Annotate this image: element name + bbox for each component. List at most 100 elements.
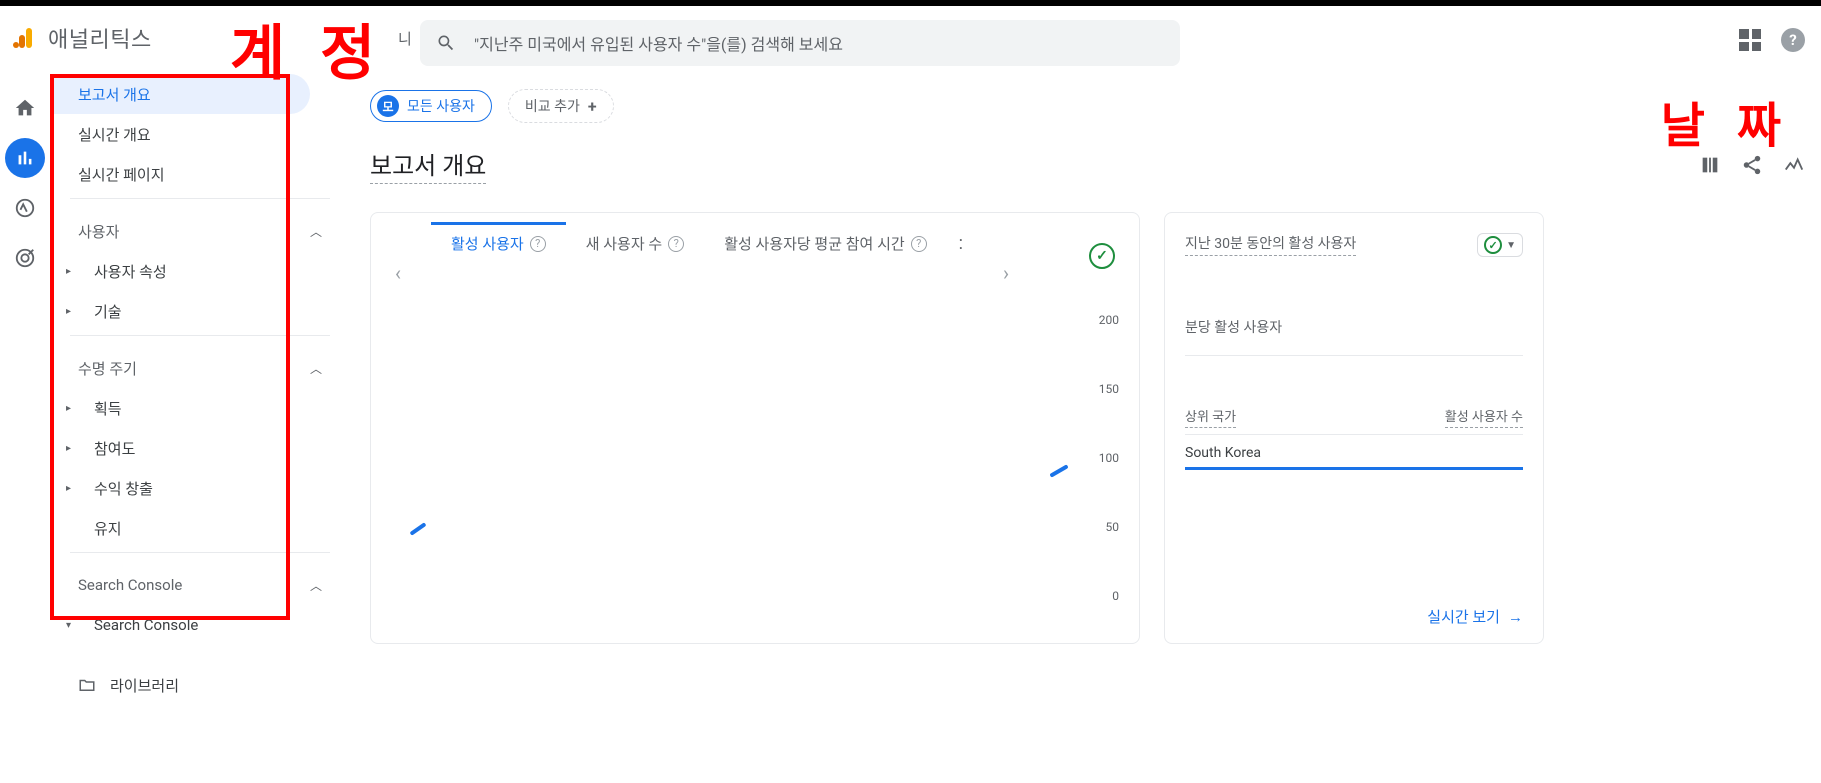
search-icon: [436, 33, 456, 53]
y-tick: 150: [1099, 382, 1119, 396]
page-title: 보고서 개요: [370, 146, 486, 184]
header-text-fragment: 니: [398, 28, 412, 49]
y-tick: 0: [1099, 589, 1119, 603]
link-label: 실시간 보기: [1427, 606, 1500, 627]
metrics-tabs: ‹ 활성 사용자 ? 새 사용자 수 ? 활성 사용자당 평균 참여 시간 ? …: [391, 233, 1119, 264]
sidebar-item-label: 보고서 개요: [78, 84, 151, 105]
metric-active-users[interactable]: 활성 사용자 ?: [431, 222, 566, 264]
apps-grid-icon[interactable]: [1739, 29, 1761, 51]
help-icon[interactable]: ?: [1781, 28, 1805, 52]
chevron-left-icon[interactable]: ‹: [395, 261, 401, 285]
realtime-title: 지난 30분 동안의 활성 사용자: [1185, 233, 1356, 256]
sidebar-section-search-console[interactable]: Search Console ︿: [50, 565, 350, 605]
realtime-view-link[interactable]: 실시간 보기 →: [1427, 606, 1523, 627]
rail-explore[interactable]: [5, 188, 45, 228]
chevron-down-icon: ▼: [1506, 240, 1516, 251]
arrow-down-icon: ▾: [66, 620, 71, 631]
header-right-actions: ?: [1739, 28, 1805, 52]
chart-area: 200 150 100 50 0: [401, 313, 1119, 603]
chip-label: 모든 사용자: [407, 96, 475, 116]
analytics-logo-icon: [12, 26, 36, 50]
insights-icon[interactable]: [1783, 154, 1805, 176]
sidebar-item-label: Search Console: [94, 616, 198, 634]
metric-new-users[interactable]: 새 사용자 수 ?: [566, 233, 704, 264]
section-label: 수명 주기: [78, 358, 137, 379]
col-active-users: 활성 사용자 수: [1445, 406, 1523, 428]
help-icon[interactable]: ?: [668, 236, 684, 252]
chip-label: 비교 추가: [525, 96, 580, 116]
title-actions: [1699, 154, 1805, 176]
divider: [70, 198, 330, 199]
home-icon: [14, 97, 36, 119]
bar-chart-icon: [14, 147, 36, 169]
chip-all-users[interactable]: 모 모든 사용자: [370, 90, 492, 122]
sidebar-item-label: 실시간 개요: [78, 124, 151, 145]
sidebar-item-realtime-pages[interactable]: 실시간 페이지: [50, 154, 350, 194]
sidebar-item-user-attributes[interactable]: ▸ 사용자 속성: [50, 251, 350, 291]
realtime-header: 지난 30분 동안의 활성 사용자 ▼: [1185, 233, 1523, 257]
chart-line-fragment: [409, 522, 426, 536]
sidebar-library[interactable]: 라이브러리: [50, 665, 350, 705]
library-label: 라이브러리: [110, 675, 179, 696]
left-nav-rail: [0, 80, 50, 278]
annotation-account: 계 정: [230, 5, 385, 92]
y-tick: 50: [1099, 520, 1119, 534]
chevron-right-icon[interactable]: ›: [1003, 261, 1009, 285]
chevron-up-icon: ︿: [310, 223, 322, 240]
comparison-row: 모 모든 사용자 비교 추가 +: [370, 86, 1821, 126]
search-input[interactable]: "지난주 미국에서 유입된 사용자 수"을(를) 검색해 보세요: [420, 20, 1180, 66]
app-name: 애널리틱스: [48, 22, 152, 54]
y-tick: 200: [1099, 313, 1119, 327]
chevron-up-icon: ︿: [310, 577, 322, 594]
sidebar-section-lifecycle[interactable]: 수명 주기 ︿: [50, 348, 350, 388]
verified-check-icon[interactable]: [1089, 243, 1115, 269]
divider: [1185, 355, 1523, 356]
chart-line-fragment: [1049, 464, 1068, 477]
check-icon: [1484, 236, 1502, 254]
sidebar-item-label: 수익 창출: [94, 478, 153, 499]
sidebar-item-label: 사용자 속성: [94, 261, 167, 282]
chart-y-axis: 200 150 100 50 0: [1099, 313, 1119, 603]
metric-label: 활성 사용자: [451, 233, 524, 254]
arrow-right-icon: →: [1508, 608, 1523, 626]
sidebar-item-acquisition[interactable]: ▸ 획득: [50, 388, 350, 428]
metric-label: 새 사용자 수: [586, 233, 662, 254]
search-placeholder: "지난주 미국에서 유입된 사용자 수"을(를) 검색해 보세요: [474, 31, 843, 55]
sidebar-item-engagement[interactable]: ▸ 참여도: [50, 428, 350, 468]
rail-advertising[interactable]: [5, 238, 45, 278]
compare-icon[interactable]: [1699, 154, 1721, 176]
help-icon[interactable]: ?: [530, 236, 546, 252]
sidebar-item-tech[interactable]: ▸ 기술: [50, 291, 350, 331]
share-icon[interactable]: [1741, 154, 1763, 176]
main-content: 날 짜 모 모든 사용자 비교 추가 + 보고서 개요 ‹ 활성 사용자 ?: [370, 86, 1821, 644]
sidebar-item-search-console[interactable]: ▾ Search Console: [50, 605, 350, 645]
sidebar-item-retention[interactable]: 유지: [50, 508, 350, 548]
sidebar-item-realtime-overview[interactable]: 실시간 개요: [50, 114, 350, 154]
section-label: 사용자: [78, 221, 119, 242]
help-icon[interactable]: ?: [911, 236, 927, 252]
metric-avg-engagement[interactable]: 활성 사용자당 평균 참여 시간 ?: [704, 233, 946, 264]
rail-reports[interactable]: [5, 138, 45, 178]
realtime-table-row: South Korea: [1185, 435, 1523, 470]
card-metrics-chart: ‹ 활성 사용자 ? 새 사용자 수 ? 활성 사용자당 평균 참여 시간 ? …: [370, 212, 1140, 644]
realtime-per-minute-label: 분당 활성 사용자: [1185, 317, 1523, 337]
sidebar-item-label: 획득: [94, 398, 122, 419]
cards-row: ‹ 활성 사용자 ? 새 사용자 수 ? 활성 사용자당 평균 참여 시간 ? …: [370, 212, 1821, 644]
page-title-row: 보고서 개요: [370, 146, 1821, 184]
sidebar-section-user[interactable]: 사용자 ︿: [50, 211, 350, 251]
realtime-status-dropdown[interactable]: ▼: [1477, 233, 1523, 257]
sidebar-nav: 보고서 개요 실시간 개요 실시간 페이지 사용자 ︿ ▸ 사용자 속성 ▸ 기…: [50, 74, 350, 774]
folder-icon: [78, 676, 96, 694]
sidebar-item-label: 실시간 페이지: [78, 164, 165, 185]
rail-home[interactable]: [5, 88, 45, 128]
divider: [70, 552, 330, 553]
arrow-right-icon: ▸: [66, 306, 71, 317]
target-icon: [14, 247, 36, 269]
metric-more[interactable]: :: [947, 233, 963, 254]
sidebar-item-label: 유지: [94, 518, 122, 539]
sidebar-item-label: 기술: [94, 301, 122, 322]
card-realtime: 지난 30분 동안의 활성 사용자 ▼ 분당 활성 사용자 상위 국가 활성 사…: [1164, 212, 1544, 644]
chip-add-comparison[interactable]: 비교 추가 +: [508, 89, 614, 123]
sidebar-item-monetization[interactable]: ▸ 수익 창출: [50, 468, 350, 508]
logo-area[interactable]: 애널리틱스: [12, 22, 152, 54]
